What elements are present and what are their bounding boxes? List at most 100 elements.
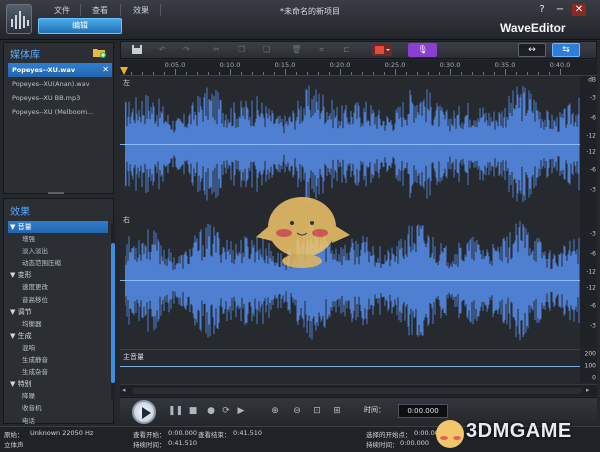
brand-name: WaveEditor <box>500 21 566 35</box>
media-list-item[interactable]: Popeyes--XU.wav ✕ <box>8 63 112 77</box>
save-icon[interactable] <box>129 44 144 56</box>
panel-splitter[interactable] <box>48 192 64 194</box>
undo-icon[interactable]: ↶ <box>155 44 170 56</box>
effects-item[interactable]: 生成静音 <box>8 354 108 366</box>
timeline-tick-label: 0:35.0 <box>494 61 516 69</box>
effects-item[interactable]: 淡入淡出 <box>8 245 108 257</box>
duration-label: 持续时间： <box>133 441 166 449</box>
timeline-minor-tick <box>351 72 352 75</box>
watermark-text: 3DMGAME <box>466 420 572 442</box>
effects-item[interactable]: 音高移位 <box>8 294 108 306</box>
media-list-item[interactable]: Popeyes--XU (Melboom... <box>8 105 112 119</box>
timeline-tick-label: 0:30.0 <box>439 61 461 69</box>
media-list-item[interactable]: Popeyes--XU BB.mp3 <box>8 91 112 105</box>
timeline-minor-tick <box>318 72 319 75</box>
copy-icon[interactable]: ❐ <box>234 44 249 56</box>
effects-category[interactable]: ▼ 变形 <box>8 269 108 281</box>
effects-item[interactable]: 生成杂音 <box>8 366 108 378</box>
selection-start-label: 选择的开始点： <box>366 431 412 439</box>
delete-icon[interactable]: 🗑 <box>289 44 304 56</box>
horizontal-scrollbar[interactable]: ◂ ▸ <box>120 384 597 396</box>
effects-item[interactable]: 降噪 <box>8 390 108 402</box>
timeline-minor-tick <box>538 72 539 75</box>
timeline-tick-label: 0:25.0 <box>384 61 406 69</box>
tab-edit[interactable]: 编辑 <box>38 18 122 34</box>
timeline-minor-tick <box>461 72 462 75</box>
stop-icon[interactable]: ■ <box>188 406 198 416</box>
effects-item[interactable]: 增强 <box>8 233 108 245</box>
db-scale-label: -6 <box>590 114 596 122</box>
timeline-ruler[interactable]: 0:05.0 0:10.0 0:15.0 0:20.0 0:25.0 0:30.0 0:35… <box>120 60 597 76</box>
trim-icon[interactable]: ⊏ <box>339 44 354 56</box>
zoom-out-icon[interactable]: ⊖ <box>292 406 302 416</box>
zoom-full-icon[interactable]: ⊞ <box>332 406 342 416</box>
play-button[interactable] <box>132 400 156 424</box>
minimize-button[interactable]: − <box>555 4 565 15</box>
pause-icon[interactable]: ❚❚ <box>168 406 183 416</box>
effects-item[interactable]: 速度更改 <box>8 281 108 293</box>
remove-media-icon[interactable]: ✕ <box>102 63 109 77</box>
title-bar: 文件 查看 效果 编辑 *未命名的新项目 ? − ✕ WaveEditor <box>0 0 600 40</box>
app-logo-icon <box>6 4 32 34</box>
timeline-tick <box>230 69 231 75</box>
timeline-minor-tick <box>197 72 198 75</box>
volume-scale-label: 100 <box>584 362 596 370</box>
next-icon[interactable]: ▶ <box>236 406 246 416</box>
scroll-track[interactable] <box>132 388 582 394</box>
db-unit-label: dB <box>588 76 596 84</box>
right-channel-label: 右 <box>123 216 130 224</box>
volume-scale-label: 0 <box>592 374 596 382</box>
master-volume-track[interactable]: 主音量 <box>120 349 580 383</box>
zoom-fit-icon[interactable]: ⇆ <box>552 43 580 57</box>
menu-view[interactable]: 查看 <box>92 5 108 16</box>
mascot-watermark-image <box>250 185 355 275</box>
media-library-panel: 媒体库 Popeyes--XU.wav ✕ Popeyes--XU(Anan).wa… <box>3 42 114 194</box>
duration-value: 0:41.510 <box>168 439 198 447</box>
volume-envelope-line[interactable] <box>120 366 580 367</box>
open-folder-icon[interactable] <box>92 46 106 58</box>
effects-category[interactable]: ▼ 音量 <box>8 221 108 234</box>
effects-scrollbar[interactable] <box>111 223 115 399</box>
effects-category[interactable]: ▼ 特别 <box>8 378 108 390</box>
edit-toolbar: ↶ ↷ ✂ ❐ ❏ 🗑 ⌗ ⊏ 🎙 ↔ ⇆ <box>120 41 597 59</box>
timeline-minor-tick <box>472 72 473 75</box>
paste-icon[interactable]: ❏ <box>259 44 274 56</box>
selection-duration-label: 持续时间： <box>366 441 399 449</box>
record-small-icon[interactable]: ● <box>206 406 216 416</box>
effects-item[interactable]: 动态范围压缩 <box>8 257 108 269</box>
help-button[interactable]: ? <box>537 4 547 15</box>
effects-scroll-thumb[interactable] <box>111 243 115 383</box>
playhead-marker-icon[interactable] <box>120 67 128 75</box>
time-label: 时间： <box>364 406 385 414</box>
redo-icon[interactable]: ↷ <box>179 44 194 56</box>
crop-icon[interactable]: ⌗ <box>314 44 329 56</box>
master-volume-label: 主音量 <box>123 353 144 361</box>
menu-file[interactable]: 文件 <box>54 5 70 16</box>
scroll-right-icon[interactable]: ▸ <box>586 386 590 394</box>
effects-item[interactable]: 混响 <box>8 342 108 354</box>
effects-item[interactable]: 电话 <box>8 415 108 427</box>
effects-category[interactable]: ▼ 生成 <box>8 330 108 342</box>
timeline-minor-tick <box>329 72 330 75</box>
menu-divider <box>120 4 121 16</box>
close-button[interactable]: ✕ <box>572 4 586 16</box>
timeline-tick <box>175 69 176 75</box>
timeline-minor-tick <box>296 72 297 75</box>
record-icon[interactable] <box>372 44 392 56</box>
timeline-minor-tick <box>186 72 187 75</box>
cut-icon[interactable]: ✂ <box>209 44 224 56</box>
zoom-in-icon[interactable]: ⊕ <box>270 406 280 416</box>
db-scale-label: -3 <box>590 94 596 102</box>
timeline-minor-tick <box>417 72 418 75</box>
timeline-minor-tick <box>153 72 154 75</box>
microphone-icon[interactable]: 🎙 <box>408 43 437 57</box>
effects-item[interactable]: 均衡器 <box>8 318 108 330</box>
effects-category[interactable]: ▼ 调节 <box>8 306 108 318</box>
effects-item[interactable]: 收音机 <box>8 402 108 414</box>
fit-icon[interactable]: ↔ <box>518 43 546 57</box>
scroll-left-icon[interactable]: ◂ <box>122 386 126 394</box>
zoom-selection-icon[interactable]: ⊡ <box>312 406 322 416</box>
media-list-item[interactable]: Popeyes--XU(Anan).wav <box>8 77 112 91</box>
loop-icon[interactable]: ⟳ <box>220 406 232 416</box>
menu-effects[interactable]: 效果 <box>133 5 149 16</box>
